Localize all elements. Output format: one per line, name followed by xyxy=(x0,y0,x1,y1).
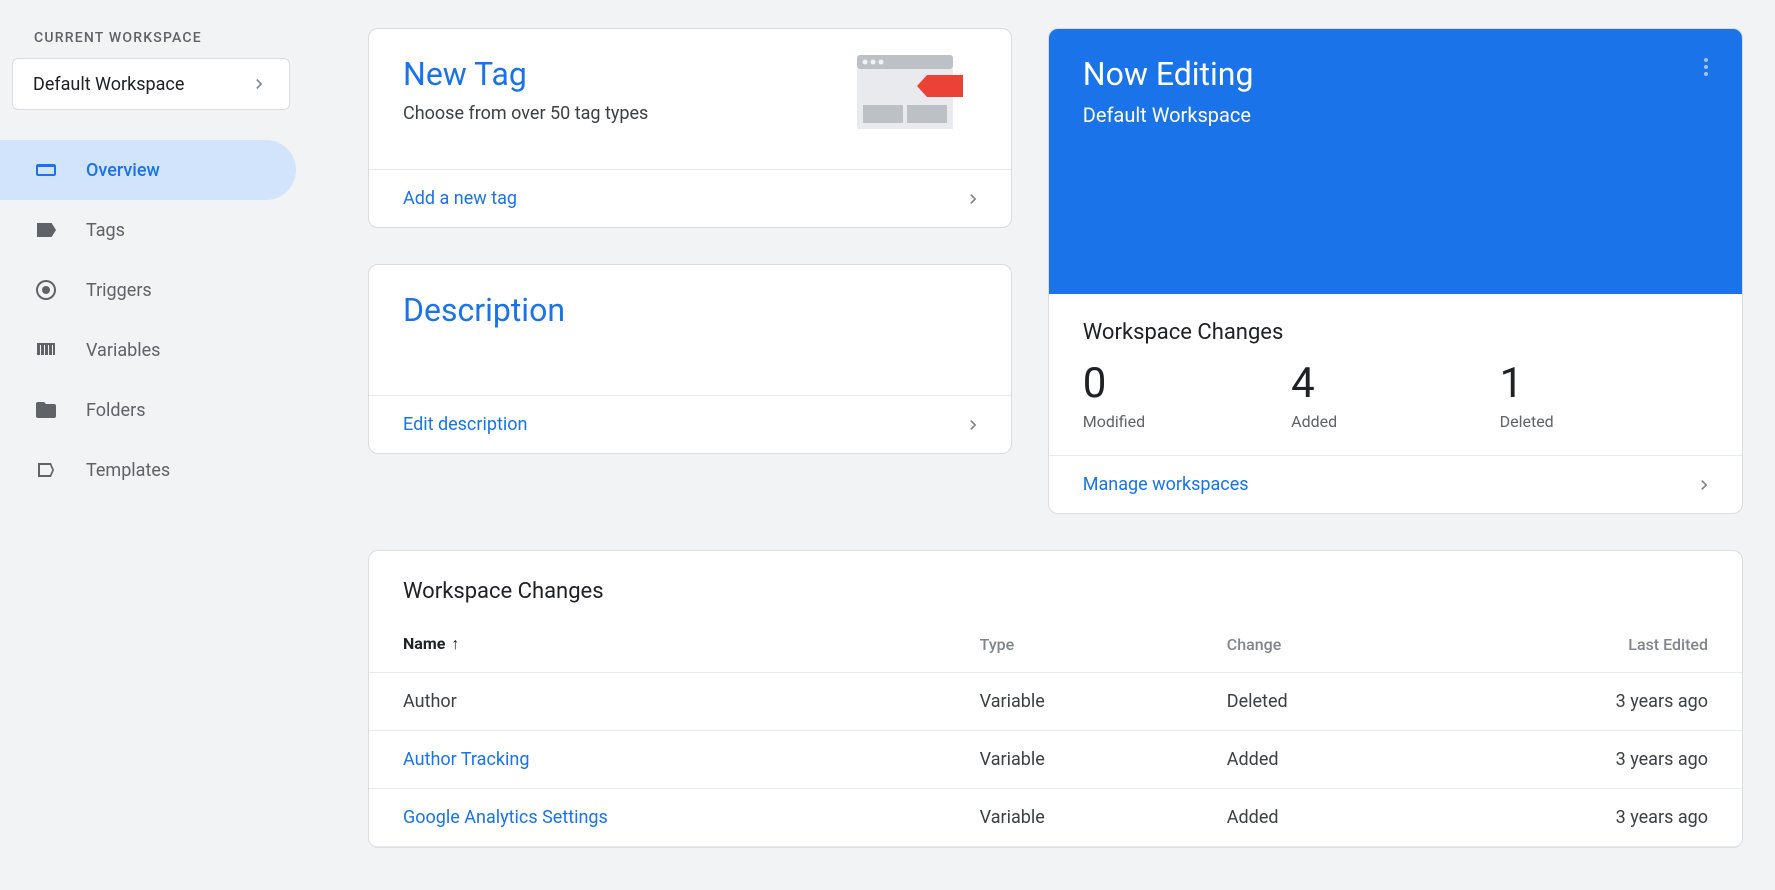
overview-icon xyxy=(34,158,58,182)
stat-value: 0 xyxy=(1083,359,1291,408)
cell-change: Added xyxy=(1193,789,1468,847)
table-row[interactable]: Google Analytics Settings Variable Added… xyxy=(369,789,1742,847)
col-change[interactable]: Change xyxy=(1193,616,1468,673)
manage-workspaces-text: Manage workspaces xyxy=(1083,474,1249,495)
new-tag-title: New Tag xyxy=(403,55,648,93)
cell-name[interactable]: Author Tracking xyxy=(369,731,946,789)
cell-change: Deleted xyxy=(1193,673,1468,731)
col-type[interactable]: Type xyxy=(946,616,1193,673)
edit-description-link[interactable]: Edit description xyxy=(369,395,1011,453)
cell-type: Variable xyxy=(946,673,1193,731)
stat-value: 1 xyxy=(1500,359,1708,408)
cell-last: 3 years ago xyxy=(1467,789,1742,847)
add-tag-link-text: Add a new tag xyxy=(403,188,517,209)
folder-icon xyxy=(34,398,58,422)
more-vert-icon xyxy=(1694,55,1718,79)
stat-value: 4 xyxy=(1291,359,1499,408)
changes-table-card: Workspace Changes Name↑ Type Change Last… xyxy=(368,550,1743,848)
new-tag-card: New Tag Choose from over 50 tag types xyxy=(368,28,1012,228)
cell-type: Variable xyxy=(946,789,1193,847)
workspace-changes-title: Workspace Changes xyxy=(1083,320,1708,345)
cell-type: Variable xyxy=(946,731,1193,789)
sidebar-item-tags[interactable]: Tags xyxy=(0,200,322,260)
cell-change: Added xyxy=(1193,731,1468,789)
tag-illustration-icon xyxy=(857,55,967,133)
editing-subtitle: Default Workspace xyxy=(1083,103,1708,127)
sidebar-item-label: Triggers xyxy=(86,280,152,301)
col-name[interactable]: Name↑ xyxy=(369,616,946,673)
chevron-right-icon xyxy=(963,189,983,209)
sidebar-item-overview[interactable]: Overview xyxy=(0,140,296,200)
sidebar-item-label: Tags xyxy=(86,220,125,241)
workspace-selector[interactable]: Default Workspace xyxy=(12,58,290,110)
sidebar-item-triggers[interactable]: Triggers xyxy=(0,260,322,320)
sidebar-item-templates[interactable]: Templates xyxy=(0,440,322,500)
stat-added: 4 Added xyxy=(1291,359,1499,431)
sidebar-item-label: Folders xyxy=(86,400,146,421)
sidebar-item-folders[interactable]: Folders xyxy=(0,380,322,440)
table-row[interactable]: Author Variable Deleted 3 years ago xyxy=(369,673,1742,731)
add-tag-link[interactable]: Add a new tag xyxy=(369,169,1011,227)
stat-label: Deleted xyxy=(1500,412,1708,431)
nav-list: Overview Tags Triggers Variables Folders… xyxy=(0,140,322,500)
sidebar-item-label: Variables xyxy=(86,340,160,361)
sidebar-item-variables[interactable]: Variables xyxy=(0,320,322,380)
cell-last: 3 years ago xyxy=(1467,731,1742,789)
tag-icon xyxy=(34,218,58,242)
cell-name[interactable]: Google Analytics Settings xyxy=(369,789,946,847)
workspace-label: CURRENT WORKSPACE xyxy=(34,30,322,46)
new-tag-subtitle: Choose from over 50 tag types xyxy=(403,103,648,124)
description-title: Description xyxy=(403,291,977,329)
changes-table-title: Workspace Changes xyxy=(369,551,1742,616)
stat-modified: 0 Modified xyxy=(1083,359,1291,431)
stat-label: Added xyxy=(1291,412,1499,431)
chevron-right-icon xyxy=(249,74,269,94)
sidebar-item-label: Overview xyxy=(86,160,160,181)
sidebar-item-label: Templates xyxy=(86,460,170,481)
trigger-icon xyxy=(34,278,58,302)
more-button[interactable] xyxy=(1694,55,1718,83)
sort-up-icon: ↑ xyxy=(451,634,459,653)
now-editing-card: Now Editing Default Workspace Workspace … xyxy=(1048,28,1743,514)
main-content: New Tag Choose from over 50 tag types xyxy=(322,0,1775,890)
table-row[interactable]: Author Tracking Variable Added 3 years a… xyxy=(369,731,1742,789)
chevron-right-icon xyxy=(963,415,983,435)
manage-workspaces-link[interactable]: Manage workspaces xyxy=(1049,455,1742,513)
description-card: Description Edit description xyxy=(368,264,1012,454)
edit-description-text: Edit description xyxy=(403,414,527,435)
changes-table: Name↑ Type Change Last Edited Author Var… xyxy=(369,616,1742,847)
chevron-right-icon xyxy=(1694,475,1714,495)
stat-deleted: 1 Deleted xyxy=(1500,359,1708,431)
template-icon xyxy=(34,458,58,482)
cell-last: 3 years ago xyxy=(1467,673,1742,731)
stat-label: Modified xyxy=(1083,412,1291,431)
cell-name: Author xyxy=(369,673,946,731)
workspace-name: Default Workspace xyxy=(33,74,184,95)
editing-title: Now Editing xyxy=(1083,55,1708,93)
sidebar: CURRENT WORKSPACE Default Workspace Over… xyxy=(0,0,322,890)
col-last-edited[interactable]: Last Edited xyxy=(1467,616,1742,673)
variables-icon xyxy=(34,338,58,362)
